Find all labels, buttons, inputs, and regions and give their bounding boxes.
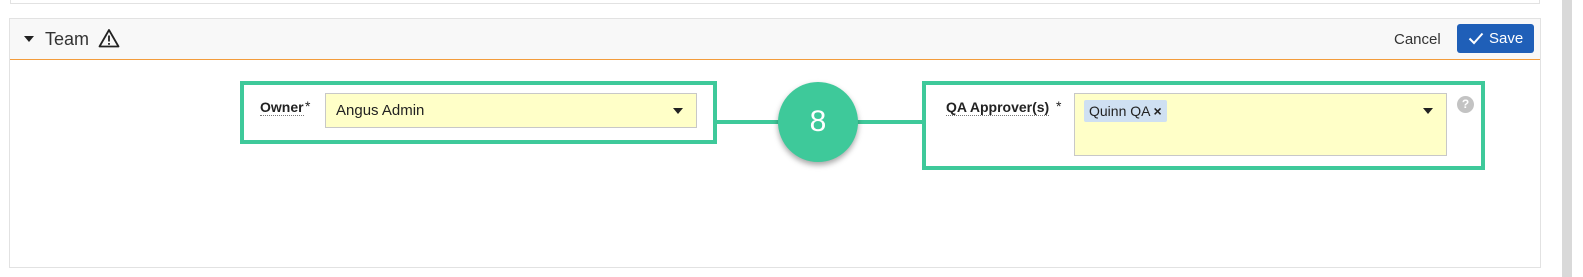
scrollbar[interactable] xyxy=(1562,0,1572,277)
section-title: Team xyxy=(45,29,90,49)
save-button-label: Save xyxy=(1489,30,1524,47)
section-header: Team Cancel Save xyxy=(10,19,1540,60)
owner-callout-box xyxy=(240,81,717,144)
callout-connector-right xyxy=(856,120,922,124)
previous-section-panel xyxy=(10,0,1540,4)
collapse-caret-icon[interactable] xyxy=(24,36,34,42)
save-button[interactable]: Save xyxy=(1457,24,1534,53)
callout-number-badge: 8 xyxy=(778,82,858,162)
cancel-button[interactable]: Cancel xyxy=(1394,31,1441,48)
warning-icon xyxy=(98,29,120,48)
qa-callout-box xyxy=(922,81,1485,170)
callout-connector-left xyxy=(717,120,782,124)
check-icon xyxy=(1468,32,1484,45)
